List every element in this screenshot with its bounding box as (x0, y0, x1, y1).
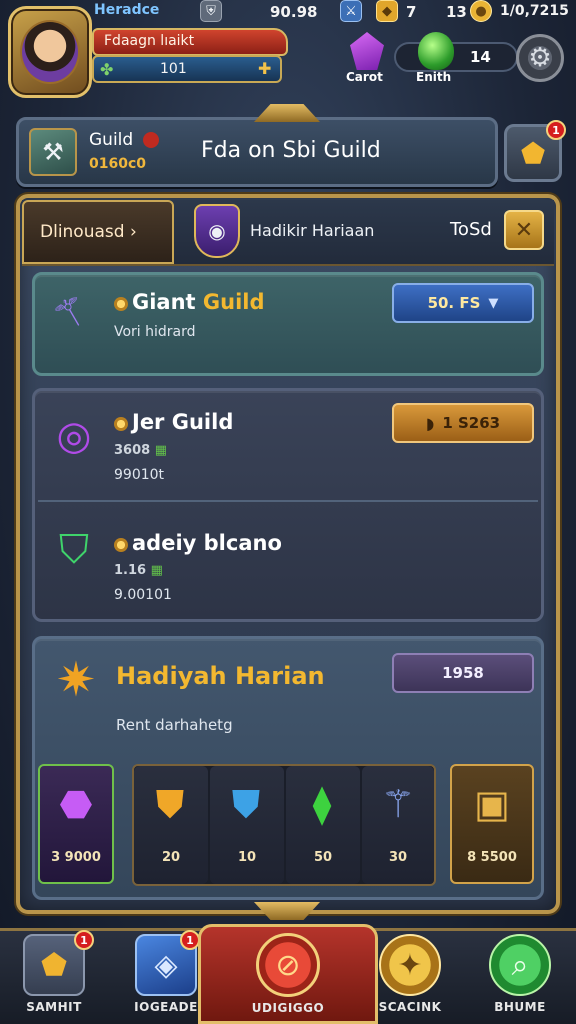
guild-emblem-icon: ◉ (194, 204, 240, 258)
guild-stat-jer: 3608 ▦ (114, 443, 168, 458)
panel-ornament (254, 902, 320, 920)
nav-label: SAMHIT (26, 1000, 82, 1014)
star-badge-icon: ✷ (55, 652, 97, 708)
purple-gem-icon: ⬣ (59, 782, 93, 826)
guild-sub-giant: Vori hidrard (114, 324, 196, 340)
reward-slot-staff[interactable]: ⚚ 30 (362, 766, 434, 884)
clover-icon: ✤ (100, 60, 114, 79)
guild-banner-icon[interactable]: ⚒ (29, 128, 77, 176)
reward-slot-chest[interactable]: ▣ 8 5500 (450, 764, 534, 884)
player-name-bar: Fdaagn lıaikt (92, 28, 288, 56)
close-button[interactable]: ✕ (504, 210, 544, 250)
coin-icon: ● (470, 0, 492, 22)
reward-slot-green-crystal[interactable]: ⧫ 50 (286, 766, 360, 884)
gem-count: 14 (470, 48, 491, 66)
close-icon: ✕ (514, 217, 534, 243)
notification-badge: 1 (74, 930, 94, 950)
guild-title: Fda on Sbi Guild (201, 138, 381, 163)
green-crystal-icon: ⧫ (312, 782, 332, 826)
reward-qty: 8 5500 (467, 850, 517, 865)
currency-label: Heradce (94, 2, 160, 18)
settings-gear-icon[interactable]: ⚙ (516, 34, 564, 82)
gold-shield-icon: ⛊ (155, 781, 185, 826)
guild-sub-adeiy: 9.00101 (114, 587, 172, 603)
gem-counter (394, 42, 518, 72)
purple-ring-icon: ◎ (56, 413, 92, 459)
gold-gem-icon: ◆ (376, 0, 398, 22)
gold-house-icon: ⬟ (520, 136, 546, 170)
tab-daily-reward[interactable]: Hadikir Hariaan (250, 221, 374, 240)
gem-label-carot: Carot (346, 70, 383, 84)
stat-c: 13 (446, 3, 467, 21)
reward-slot-blue-shield[interactable]: ⛊ 10 (210, 766, 284, 884)
green-orb-icon (418, 32, 454, 70)
nav-label: BHUME (494, 1000, 546, 1014)
add-icon[interactable]: ✚ (258, 59, 271, 78)
coin-icon (114, 417, 128, 431)
daily-reward-desc: Rent darhahetg (116, 716, 233, 734)
guild-header: ⚒ Guild 0160c0 Fda on Sbi Guild (16, 117, 498, 187)
ticket-icon: ◗ (425, 413, 435, 433)
nav-scacink[interactable]: ✦ SCACINK (362, 928, 458, 1024)
guild-label: Guild (89, 130, 134, 150)
reward-slot-gold-shield[interactable]: ⛊ 20 (134, 766, 208, 884)
staff-icon: ⚚ (380, 782, 416, 826)
tab-download[interactable]: Dlinouasd › (22, 200, 174, 264)
nav-guild-center[interactable]: ⊘ UDIGIGGO (198, 924, 378, 1024)
tab-download-label: Dlinouasd › (40, 222, 137, 242)
guild-sub-jer: 99010t (114, 467, 165, 483)
divider (38, 500, 538, 502)
chevron-down-icon: ▼ (488, 295, 499, 311)
nav-label: SCACINK (378, 1000, 442, 1014)
join-button-giant[interactable]: 50. FS ▼ (392, 283, 534, 323)
shield-icon: ⛨ (200, 0, 222, 22)
join-button-jer[interactable]: ◗ 1 S263 (392, 403, 534, 443)
reward-qty: 30 (388, 850, 408, 865)
guild-name-giant: Giant Guild (114, 290, 265, 314)
guild-name-adeiy: adeiy blcano (114, 531, 282, 555)
tab-today[interactable]: ToSd (450, 219, 492, 240)
notification-badge: 1 (180, 930, 200, 950)
guild-name-jer: Jer Guild (114, 410, 233, 434)
stat-d: 1/0,7215 (500, 3, 569, 19)
green-shield-icon: ⛉ (59, 527, 89, 573)
guild-sub-code: 0160c0 (89, 156, 147, 172)
reward-slot-gem[interactable]: ⬣ 3 9000 (38, 764, 114, 884)
claim-button[interactable]: 1958 (392, 653, 534, 693)
player-level: 101 (160, 61, 187, 77)
gem-label-enith: Enith (416, 70, 452, 84)
reward-qty: 3 9000 (51, 850, 101, 865)
coin-icon (114, 538, 128, 552)
treasure-chest-icon: ▣ (474, 782, 510, 826)
coin-icon (114, 297, 128, 311)
nav-label: UDIGIGGO (251, 1001, 325, 1015)
stat-a: 90.98 (270, 3, 318, 21)
player-name: Fdaagn lıaikt (104, 33, 195, 49)
player-avatar[interactable] (8, 6, 92, 98)
blue-shield-icon: ⛊ (231, 781, 261, 826)
sword-icon: ⚔ (340, 0, 362, 22)
cash-icon: ▦ (154, 443, 168, 458)
daily-reward-title: Hadiyah Harian (116, 662, 325, 690)
reward-qty: 20 (161, 850, 181, 865)
guild-stat-adeiy: 1.16 ▦ (114, 563, 163, 578)
search-icon: ⌕ (489, 934, 551, 996)
avatar-portrait (20, 20, 80, 84)
stat-b: 7 (406, 3, 417, 21)
reward-qty: 50 (313, 850, 333, 865)
reward-qty: 10 (237, 850, 257, 865)
no-sword-icon: ⊘ (256, 933, 320, 997)
notification-badge: 1 (546, 120, 566, 140)
guild-alert-icon (143, 132, 159, 148)
cash-icon: ▦ (150, 563, 163, 578)
level-bar: ✤ 101 ✚ (92, 55, 282, 83)
gold-medal-icon: ✦ (379, 934, 441, 996)
nav-home[interactable]: ⌕ BHUME (472, 928, 568, 1024)
